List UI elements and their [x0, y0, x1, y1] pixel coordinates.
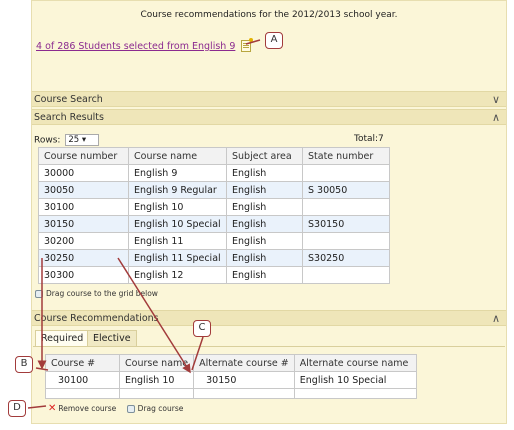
column-header[interactable]: Alternate course # — [193, 354, 295, 372]
cell: English 10 Special — [293, 371, 417, 389]
callout-d: D — [8, 400, 26, 417]
recommendation-actions: ✕ Remove course Drag course — [48, 403, 183, 414]
cell[interactable]: 30150 — [193, 371, 295, 389]
grid-header-row: Course number Course name Subject area S… — [38, 147, 390, 165]
search-results-grid: Course number Course name Subject area S… — [38, 147, 390, 284]
search-results-bar[interactable]: Search Results ∧ — [32, 109, 506, 125]
cell: English 10 — [118, 371, 195, 389]
cell: English — [226, 215, 303, 233]
course-search-label: Course Search — [34, 94, 103, 105]
drag-icon — [126, 404, 135, 413]
recommendations-grid: Course # Course name Alternate course # … — [45, 354, 417, 399]
table-row[interactable]: 30300 English 12 English — [38, 266, 390, 284]
table-row[interactable]: 30200 English 11 English — [38, 232, 390, 250]
course-recommendations-label: Course Recommendations — [34, 313, 159, 324]
cell — [118, 388, 195, 399]
cell: English 12 — [128, 266, 227, 284]
cell: 30050 — [38, 181, 129, 199]
cell: 30100 — [38, 198, 129, 216]
cell: 30250 — [38, 249, 129, 267]
course-recommendations-bar[interactable]: Course Recommendations ∧ — [32, 310, 506, 326]
rows-label: Rows: — [34, 135, 61, 146]
search-results-label: Search Results — [34, 112, 104, 123]
rows-per-page: Rows: 25 ▾ — [34, 134, 100, 146]
tab-required[interactable]: Required — [35, 330, 90, 346]
cell: English — [226, 181, 303, 199]
callout-c: C — [193, 320, 211, 337]
column-header[interactable]: State number — [302, 147, 390, 165]
rows-value: 25 — [68, 135, 80, 145]
table-row — [45, 388, 417, 399]
cell: English 9 Regular — [128, 181, 227, 199]
column-header[interactable]: Course name — [128, 147, 227, 165]
cell: S30250 — [302, 249, 390, 267]
drag-course-button[interactable]: Drag course — [126, 403, 184, 413]
cell — [193, 388, 295, 399]
chevron-up-icon[interactable]: ∧ — [492, 311, 500, 326]
grid-header-row: Course # Course name Alternate course # … — [45, 354, 417, 372]
course-search-bar[interactable]: Course Search ∨ — [32, 91, 506, 107]
cell: English 11 Special — [128, 249, 227, 267]
table-row[interactable]: 30250 English 11 Special English S30250 — [38, 249, 390, 267]
cell — [293, 388, 417, 399]
chevron-down-icon[interactable]: ∨ — [492, 92, 500, 107]
cell: English 9 — [128, 164, 227, 182]
cell: 30300 — [38, 266, 129, 284]
cell: S 30050 — [302, 181, 390, 199]
tab-elective[interactable]: Elective — [87, 330, 137, 346]
column-header[interactable]: Course name — [118, 354, 195, 372]
page-title: Course recommendations for the 2012/2013… — [140, 10, 398, 20]
column-header[interactable]: Course # — [45, 354, 120, 372]
cell: 30200 — [38, 232, 129, 250]
table-row[interactable]: 30100 English 10 English — [38, 198, 390, 216]
drag-hint: Drag course to the grid below — [35, 289, 158, 298]
cell: S30150 — [302, 215, 390, 233]
remove-course-button[interactable]: ✕ Remove course — [48, 403, 117, 414]
cell: English 10 Special — [128, 215, 227, 233]
cell: English 10 — [128, 198, 227, 216]
cell: English — [226, 232, 303, 250]
column-header[interactable]: Subject area — [226, 147, 303, 165]
drag-hint-text: Drag course to the grid below — [46, 289, 158, 298]
table-row[interactable]: 30000 English 9 English — [38, 164, 390, 182]
drag-course-label: Drag course — [137, 403, 184, 413]
recommendation-panel: Course recommendations for the 2012/2013… — [31, 0, 507, 424]
cell: 30100 — [45, 371, 120, 389]
cell: English — [226, 198, 303, 216]
callout-b: B — [15, 356, 33, 373]
table-row[interactable]: 30050 English 9 Regular English S 30050 — [38, 181, 390, 199]
cell — [302, 266, 390, 284]
cell: 30000 — [38, 164, 129, 182]
cell: English — [226, 249, 303, 267]
note-icon[interactable] — [241, 38, 253, 52]
results-total: Total:7 — [354, 134, 384, 144]
remove-course-label: Remove course — [58, 403, 117, 413]
column-header[interactable]: Alternate course name — [293, 354, 417, 372]
column-header[interactable]: Course number — [38, 147, 129, 165]
table-row[interactable]: 30150 English 10 Special English S30150 — [38, 215, 390, 233]
drag-icon — [35, 290, 43, 298]
cell — [45, 388, 120, 399]
cell — [302, 164, 390, 182]
chevron-up-icon[interactable]: ∧ — [492, 110, 500, 125]
callout-a: A — [265, 32, 283, 49]
table-row[interactable]: 30100 English 10 30150 English 10 Specia… — [45, 371, 417, 389]
remove-x-icon[interactable]: ✕ — [48, 403, 56, 414]
rows-select[interactable]: 25 ▾ — [65, 134, 100, 146]
cell — [302, 198, 390, 216]
cell: 30150 — [38, 215, 129, 233]
students-selected-link[interactable]: 4 of 286 Students selected from English … — [36, 41, 235, 52]
cell: English 11 — [128, 232, 227, 250]
cell — [302, 232, 390, 250]
cell: English — [226, 266, 303, 284]
cell: English — [226, 164, 303, 182]
